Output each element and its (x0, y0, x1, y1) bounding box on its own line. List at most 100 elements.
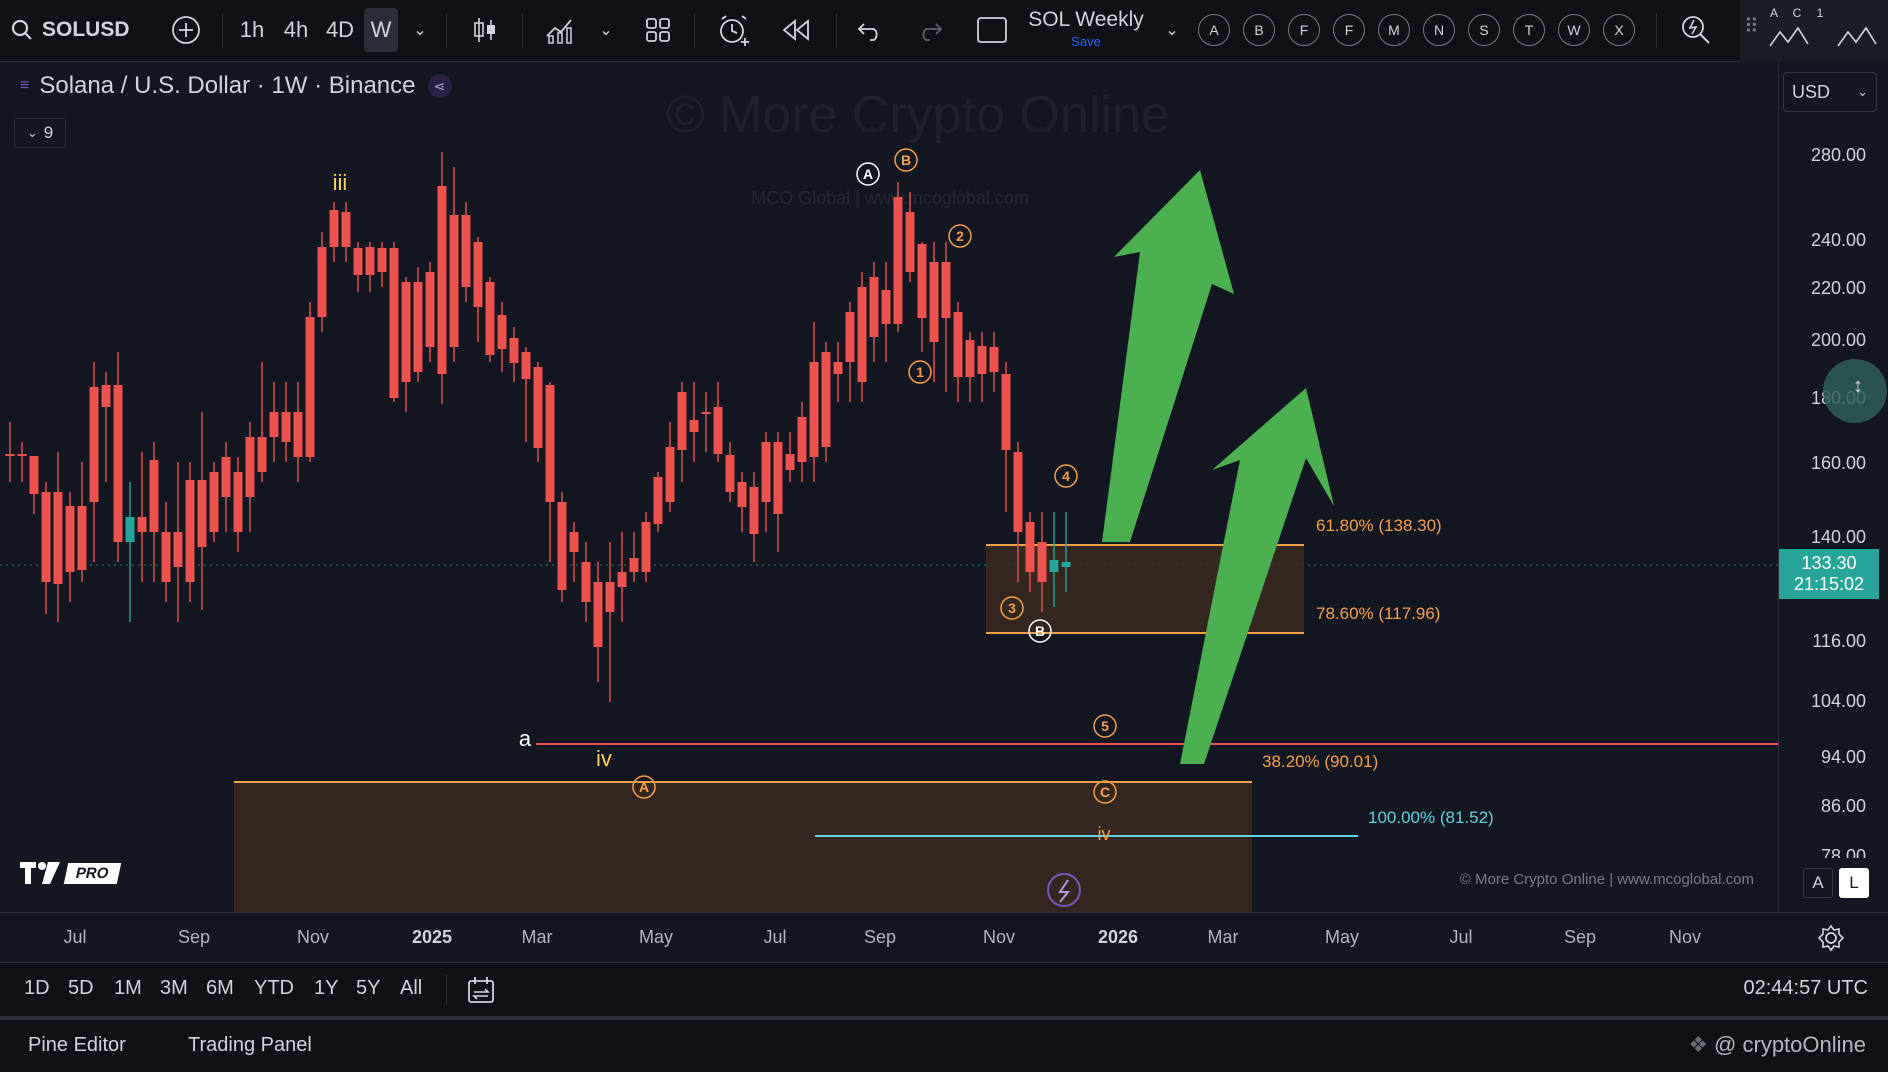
candle-body (665, 447, 675, 502)
candle-body (125, 517, 135, 542)
corner-panel: ⠿ A C 1 (1740, 0, 1888, 62)
range-1y[interactable]: 1Y (314, 977, 338, 1000)
range-1d[interactable]: 1D (24, 977, 50, 1000)
chevron-down-icon: ⌄ (26, 125, 38, 140)
quick-button-f1[interactable]: F (1288, 14, 1320, 46)
tab-pine-editor[interactable]: Pine Editor (28, 1034, 126, 1057)
tv-logo-icon (20, 862, 60, 884)
fib-label-618: 61.80% (138.30) (1316, 516, 1442, 535)
quick-button-m[interactable]: M (1378, 14, 1410, 46)
wave-circle-A-orange: A (639, 779, 649, 795)
wave-label-iv-small: iv (1098, 824, 1111, 844)
price-axis[interactable]: USD ⌄ 280.00 240.00 220.00 200.00 180.00… (1778, 62, 1888, 912)
log-scale-button[interactable]: L (1839, 868, 1869, 898)
time-axis[interactable]: Jul Sep Nov 2025 Mar May Jul Sep Nov 202… (0, 912, 1888, 962)
layout-name-save[interactable]: SOL Weekly Save (1028, 8, 1144, 54)
watermark-main: © More Crypto Online (666, 86, 1170, 144)
candle-body (5, 454, 15, 456)
top-toolbar: SOLUSD 1h 4h 4D W ⌄ ⌄ SOL Weekly Save ⌄ … (0, 0, 1888, 62)
undo-button[interactable] (852, 8, 888, 52)
time-label-nov: Nov (296, 927, 330, 947)
current-price-badge: 133.30 21:15:02 (1779, 549, 1879, 599)
interval-dropdown-chevron-icon[interactable]: ⌄ (406, 8, 434, 52)
quick-button-x[interactable]: X (1603, 14, 1635, 46)
time-label-2026: 2026 (1097, 927, 1139, 947)
interval-4h[interactable]: 4h (278, 8, 314, 52)
indicators-button[interactable] (542, 8, 580, 52)
price-tick-86: 86.00 (1820, 796, 1866, 816)
interval-w[interactable]: W (364, 8, 398, 52)
candle-body (629, 558, 639, 572)
candle-body (1025, 522, 1035, 572)
interval-1h[interactable]: 1h (234, 8, 270, 52)
wave-circle-B-orange: B (901, 152, 911, 168)
candle-body (281, 412, 291, 442)
currency-select[interactable]: USD ⌄ (1783, 72, 1877, 112)
chart-pane[interactable]: © More Crypto Online MCO Global | www.mc… (0, 62, 1778, 912)
time-label-sep: Sep (177, 927, 211, 947)
candle-body (29, 456, 39, 494)
time-label-may: May (638, 927, 674, 947)
plus-circle-icon (172, 16, 200, 44)
wave-circle-3: 3 (1008, 600, 1016, 616)
candle-body (389, 248, 399, 398)
candle-body (581, 562, 591, 602)
layout-chevron-icon[interactable]: ⌄ (1160, 8, 1184, 52)
current-price-value: 133.30 (1801, 553, 1857, 573)
quick-button-s[interactable]: S (1468, 14, 1500, 46)
range-1m[interactable]: 1M (114, 977, 142, 1000)
flash-search-icon (1682, 16, 1710, 44)
time-label-2025: 2025 (411, 927, 453, 947)
range-5d[interactable]: 5D (68, 977, 94, 1000)
range-5y[interactable]: 5Y (356, 977, 380, 1000)
wave-pattern-icon[interactable] (1768, 22, 1884, 52)
candle-body (857, 287, 867, 382)
candle-body (269, 412, 279, 437)
layout-toggle-button[interactable] (972, 8, 1012, 52)
indicators-collapse-toggle[interactable]: ⌄ 9 (14, 118, 66, 148)
chart-legend[interactable]: ≡ Solana / U.S. Dollar · 1W · Binance ⋖ (20, 72, 452, 100)
range-all[interactable]: All (400, 977, 422, 1000)
wave-label-iii: iii (333, 170, 348, 195)
quick-button-f2[interactable]: F (1333, 14, 1365, 46)
compare-add-button[interactable] (166, 8, 206, 52)
candle-body (161, 532, 171, 582)
range-ytd[interactable]: YTD (254, 977, 294, 1000)
layouts-button[interactable] (640, 8, 676, 52)
range-6m[interactable]: 6M (206, 977, 234, 1000)
share-icon[interactable]: ⋖ (427, 74, 452, 98)
replay-button[interactable] (776, 8, 816, 52)
price-tick-78: 78.00 (1820, 846, 1866, 858)
candles-style-button[interactable] (468, 8, 502, 52)
quick-button-n[interactable]: N (1423, 14, 1455, 46)
utc-clock[interactable]: 02:44:57 UTC (1743, 977, 1868, 1000)
candle-body (485, 282, 495, 355)
symbol-search[interactable]: SOLUSD (10, 8, 140, 52)
quick-button-a[interactable]: A (1198, 14, 1230, 46)
time-label-sep-2: Sep (863, 927, 897, 947)
settings-gear-icon[interactable] (1816, 923, 1846, 953)
quick-search-button[interactable] (1676, 8, 1716, 52)
candle-body (317, 247, 327, 317)
redo-button[interactable] (912, 8, 948, 52)
indicators-chevron-icon[interactable]: ⌄ (594, 8, 618, 52)
candle-body (809, 362, 819, 457)
tab-trading-panel[interactable]: Trading Panel (188, 1034, 312, 1057)
range-3m[interactable]: 3M (160, 977, 188, 1000)
candle-body (53, 492, 63, 584)
auto-scale-button[interactable]: A (1803, 868, 1833, 898)
quick-button-t[interactable]: T (1513, 14, 1545, 46)
date-range-icon[interactable] (466, 975, 496, 1005)
quick-button-b[interactable]: B (1243, 14, 1275, 46)
alert-button[interactable] (714, 8, 754, 52)
interval-4d[interactable]: 4D (322, 8, 358, 52)
candle-body (377, 248, 387, 272)
wave-circle-4: 4 (1062, 468, 1070, 484)
watermark-sub: MCO Global | www.mcoglobal.com (751, 188, 1029, 208)
candle-body (569, 532, 579, 552)
candle-body (905, 212, 915, 272)
wave-label-a: a (519, 726, 532, 751)
candle-body (509, 338, 519, 363)
quick-button-w[interactable]: W (1558, 14, 1590, 46)
legend-title: Solana / U.S. Dollar · 1W · Binance (39, 72, 416, 99)
